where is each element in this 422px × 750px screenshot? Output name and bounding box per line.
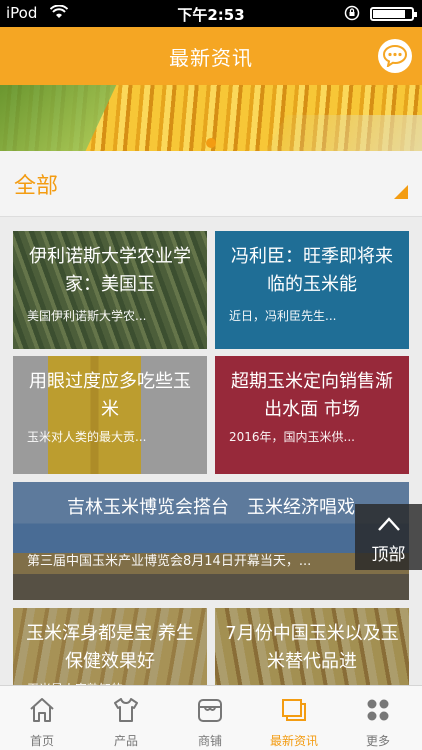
tab-home[interactable]: 首页 [0,686,84,750]
article-title: 吉林玉米博览会搭台 玉米经济唱戏 [67,497,355,518]
dropdown-corner-icon [394,185,408,199]
battery-icon [370,7,417,21]
article-summary: 2016年，国内玉米供... [229,430,355,444]
rotation-lock-icon [344,5,360,25]
nav-bar: 最新资讯 [0,27,422,85]
category-filter[interactable]: 全部 [0,151,422,217]
article-summary: 第三届中国玉米产业博览会8月14日开幕当天，... [27,554,312,569]
article-card[interactable]: 吉林玉米博览会搭台 玉米经济唱戏 第三届中国玉米产业博览会8月14日开幕当天，.… [13,482,409,600]
article-title: 冯利臣：旺季即将来临的玉米能 [231,246,393,295]
tab-label: 最新资讯 [269,734,318,748]
banner-image[interactable] [0,85,422,151]
category-filter-label: 全部 [14,174,59,199]
carousel-dot-active[interactable] [206,138,216,148]
back-to-top-label: 顶部 [371,545,406,565]
tab-news[interactable]: 最新资讯 [252,686,336,750]
article-title: 超期玉米定向销售渐出水面 市场 [231,371,393,420]
article-card[interactable]: 伊利诺斯大学农业学家：美国玉 美国伊利诺斯大学农... [13,231,207,349]
article-title: 玉米浑身都是宝 养生保健效果好 [26,623,194,672]
tab-label: 首页 [29,734,54,748]
article-summary: 美国伊利诺斯大学农... [27,309,147,323]
article-summary: 玉米对人类的最大贡... [27,430,147,444]
article-card[interactable]: 超期玉米定向销售渐出水面 市场 2016年，国内玉米供... [215,356,409,474]
back-to-top-button[interactable]: 顶部 [355,504,422,570]
article-card[interactable]: 用眼过度应多吃些玉米 玉米对人类的最大贡... [13,356,207,474]
article-summary: 近日，冯利臣先生... [229,309,337,323]
page-title: 最新资讯 [169,46,253,70]
article-title: 用眼过度应多吃些玉米 [29,371,191,420]
status-bar: iPod 下午2:53 [0,0,422,27]
message-button[interactable] [378,39,412,73]
article-title: 伊利诺斯大学农业学家：美国玉 [29,246,191,295]
chevron-up-icon [377,516,401,536]
article-card[interactable]: 冯利臣：旺季即将来临的玉米能 近日，冯利臣先生... [215,231,409,349]
bottom-tab-bar: 首页 产品 商铺 最新资讯 更多 [0,685,422,750]
tab-label: 产品 [113,734,138,748]
tab-more[interactable]: 更多 [336,686,420,750]
tab-label: 商铺 [197,734,222,748]
tab-products[interactable]: 产品 [84,686,168,750]
tab-shops[interactable]: 商铺 [168,686,252,750]
article-title: 7月份中国玉米以及玉米替代品进 [225,623,399,672]
tab-label: 更多 [365,734,390,748]
